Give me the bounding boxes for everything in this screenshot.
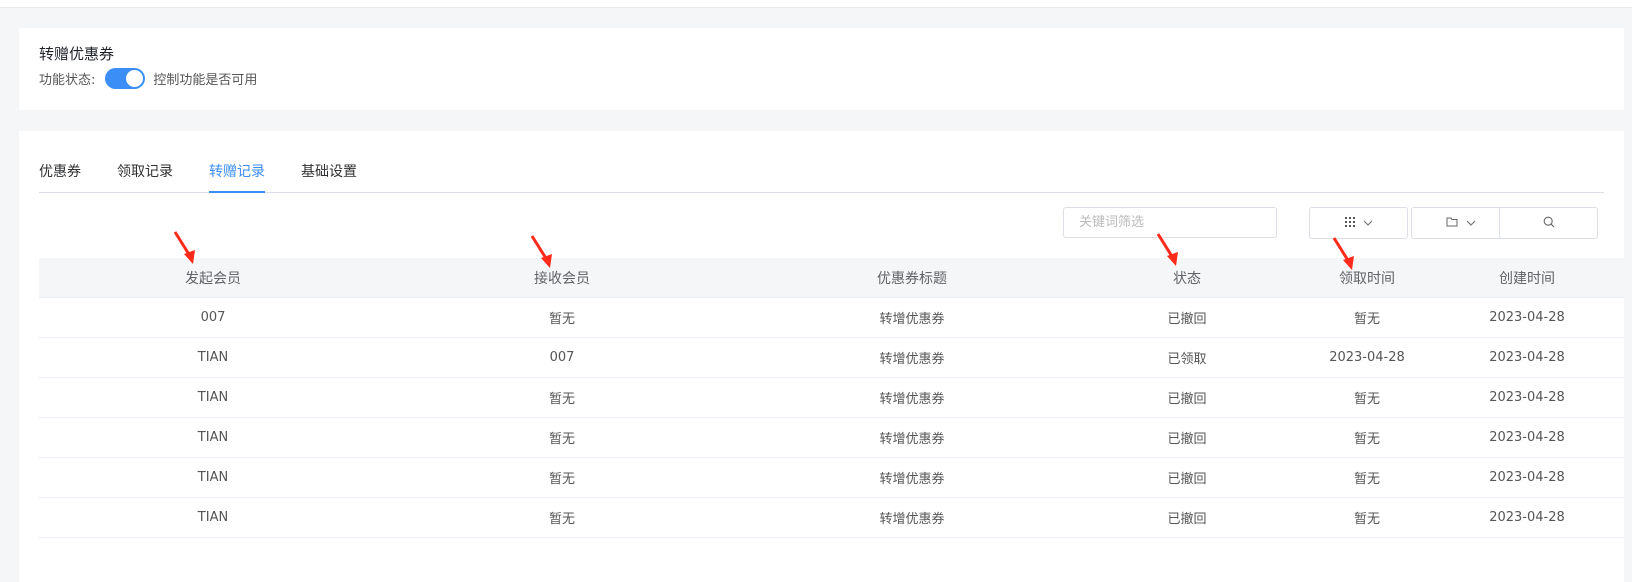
cell-receiver: 暂无	[548, 512, 575, 527]
tab-basic-settings[interactable]: 基础设置	[301, 160, 357, 193]
cell-receiver: 暂无	[548, 392, 575, 407]
feature-hint: 控制功能是否可用	[153, 72, 258, 88]
search-button[interactable]	[1499, 207, 1598, 239]
tab-claim-records[interactable]: 领取记录	[117, 160, 173, 193]
cell-claim-time: 2023-04-28	[1329, 350, 1405, 365]
export-dropdown[interactable]	[1411, 207, 1510, 239]
cell-sender: TIAN	[197, 470, 229, 485]
cell-claim-time: 暂无	[1353, 312, 1380, 327]
cell-status: 已领取	[1167, 352, 1207, 367]
cell-sender: TIAN	[197, 510, 229, 525]
feature-status-row: 功能状态: 控制功能是否可用	[39, 67, 257, 89]
cell-sender: TIAN	[197, 350, 229, 365]
cell-sender: TIAN	[197, 390, 229, 405]
cell-claim-time: 暂无	[1353, 432, 1380, 447]
cell-coupon-title: 转增优惠券	[879, 432, 945, 447]
cell-created-time: 2023-04-28	[1489, 350, 1565, 365]
cell-coupon-title: 转增优惠券	[879, 392, 945, 407]
annotation-arrow-icon	[1156, 233, 1178, 266]
table-row[interactable]: TIAN 暂无 转增优惠券 已撤回 暂无 2023-04-28	[39, 458, 1624, 498]
table-row[interactable]: 007 暂无 转增优惠券 已撤回 暂无 2023-04-28	[39, 298, 1624, 338]
cell-receiver: 暂无	[548, 432, 575, 447]
col-header-sender: 发起会员	[185, 270, 241, 287]
table-header: 发起会员 接收会员 优惠券标题 状态 领取时间 创建时间	[39, 258, 1624, 298]
cell-status: 已撤回	[1167, 472, 1207, 487]
annotation-arrow-icon	[1332, 237, 1354, 270]
transfer-records-table: 发起会员 接收会员 优惠券标题 状态 领取时间 创建时间 007 暂无 转增优惠…	[39, 258, 1624, 538]
col-header-coupon-title: 优惠券标题	[877, 270, 947, 287]
cell-claim-time: 暂无	[1353, 512, 1380, 527]
cell-created-time: 2023-04-28	[1489, 510, 1565, 525]
table-row[interactable]: TIAN 007 转增优惠券 已领取 2023-04-28 2023-04-28	[39, 338, 1624, 378]
search-icon	[1543, 216, 1555, 231]
top-bar	[0, 0, 1632, 8]
cell-sender: TIAN	[197, 430, 229, 445]
cell-coupon-title: 转增优惠券	[879, 352, 945, 367]
tab-bar: 优惠券 领取记录 转赠记录 基础设置	[39, 160, 1604, 193]
status-label: 功能状态:	[39, 72, 96, 88]
col-header-created-time: 创建时间	[1499, 270, 1555, 287]
cell-receiver: 暂无	[548, 472, 575, 487]
column-view-dropdown[interactable]	[1309, 207, 1408, 239]
folder-icon	[1446, 217, 1458, 230]
grid-icon	[1344, 216, 1355, 230]
feature-title: 转赠优惠券	[39, 45, 115, 63]
records-card: 优惠券 领取记录 转赠记录 基础设置 关键词筛选 发起会员 接收会员 优惠券标题…	[19, 131, 1624, 582]
col-header-status: 状态	[1173, 270, 1201, 287]
feature-card: 转赠优惠券 功能状态: 控制功能是否可用	[19, 28, 1624, 110]
col-header-claim-time: 领取时间	[1339, 270, 1395, 287]
table-row[interactable]: TIAN 暂无 转增优惠券 已撤回 暂无 2023-04-28	[39, 498, 1624, 538]
cell-coupon-title: 转增优惠券	[879, 472, 945, 487]
cell-coupon-title: 转增优惠券	[879, 312, 945, 327]
feature-toggle[interactable]	[105, 67, 146, 89]
cell-claim-time: 暂无	[1353, 392, 1380, 407]
annotation-arrow-icon	[173, 231, 195, 264]
chevron-down-icon	[1363, 217, 1373, 230]
annotation-arrow-icon	[530, 235, 552, 268]
cell-sender: 007	[200, 310, 226, 325]
cell-status: 已撤回	[1167, 512, 1207, 527]
cell-created-time: 2023-04-28	[1489, 310, 1565, 325]
cell-created-time: 2023-04-28	[1489, 470, 1565, 485]
col-header-receiver: 接收会员	[534, 270, 590, 287]
cell-created-time: 2023-04-28	[1489, 390, 1565, 405]
tab-transfer-records[interactable]: 转赠记录	[209, 160, 265, 193]
tab-coupons[interactable]: 优惠券	[39, 160, 81, 193]
cell-receiver: 暂无	[548, 312, 575, 327]
cell-status: 已撤回	[1167, 392, 1207, 407]
cell-receiver: 007	[549, 350, 575, 365]
cell-status: 已撤回	[1167, 432, 1207, 447]
cell-claim-time: 暂无	[1353, 472, 1380, 487]
toggle-knob	[126, 69, 144, 87]
cell-created-time: 2023-04-28	[1489, 430, 1565, 445]
cell-status: 已撤回	[1167, 312, 1207, 327]
cell-coupon-title: 转增优惠券	[879, 512, 945, 527]
table-row[interactable]: TIAN 暂无 转增优惠券 已撤回 暂无 2023-04-28	[39, 378, 1624, 418]
table-row[interactable]: TIAN 暂无 转增优惠券 已撤回 暂无 2023-04-28	[39, 418, 1624, 458]
chevron-down-icon	[1466, 217, 1476, 230]
